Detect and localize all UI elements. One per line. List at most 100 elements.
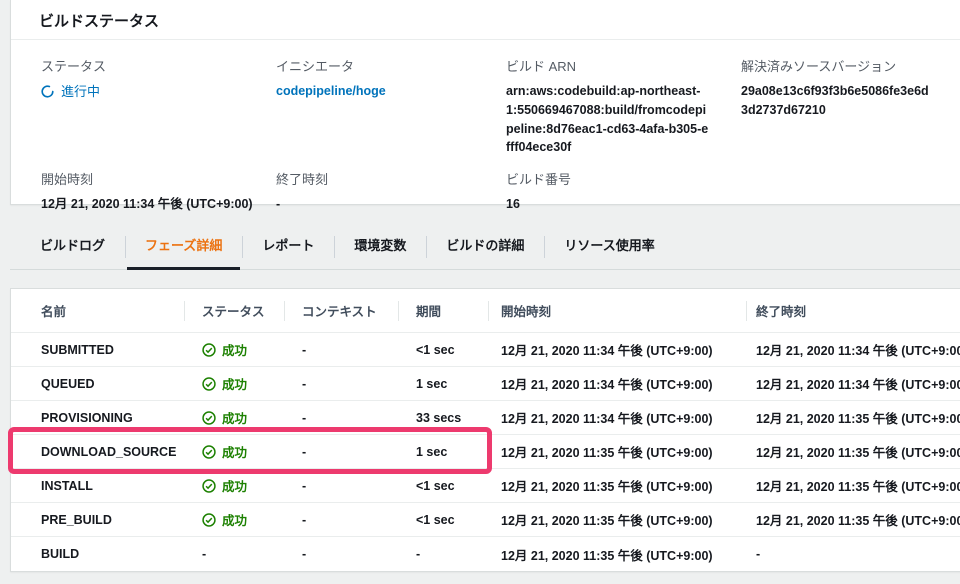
end-time-value: -	[276, 195, 506, 214]
field-source-version: 解決済みソースバージョン 29a08e13c6f93f3b6e5086fe3e6…	[741, 56, 951, 157]
status-fields-row1: ステータス 進行中 イニシエータ codepipeline/hoge ビルド A…	[11, 40, 960, 157]
field-end-time: 終了時刻 -	[276, 169, 506, 214]
phase-name: DOWNLOAD_SOURCE	[31, 445, 184, 459]
page-title: ビルドステータス	[11, 0, 960, 40]
phase-end-time: 12月 21, 2020 11:35 午後 (UTC+9:00)	[746, 408, 960, 427]
phase-context: -	[284, 547, 398, 561]
phase-start-time: 12月 21, 2020 11:34 午後 (UTC+9:00)	[488, 408, 746, 427]
table-row: INSTALL 成功 - <1 sec 12月 21, 2020 11:35 午…	[11, 469, 960, 503]
phase-duration: <1 sec	[398, 343, 488, 357]
header-status: ステータス	[184, 289, 284, 332]
phase-name: INSTALL	[31, 479, 184, 493]
check-circle-icon	[202, 445, 216, 459]
status-value: 進行中	[41, 82, 276, 102]
phase-context: -	[284, 411, 398, 425]
phase-details-table: 名前 ステータス コンテキスト 期間 開始時刻 終了時刻 SUBMITTED 成…	[10, 288, 960, 572]
field-build-number-label: ビルド番号	[506, 169, 741, 188]
phase-duration: <1 sec	[398, 513, 488, 527]
build-detail-tabs: ビルドログ フェーズ詳細 レポート 環境変数 ビルドの詳細 リソース使用率	[10, 225, 960, 270]
initiator-link[interactable]: codepipeline/hoge	[276, 84, 386, 98]
header-name: 名前	[31, 289, 184, 332]
phase-start-time: 12月 21, 2020 11:35 午後 (UTC+9:00)	[488, 545, 746, 564]
phase-name: PRE_BUILD	[31, 513, 184, 527]
status-text: 進行中	[61, 82, 100, 102]
phase-context: -	[284, 513, 398, 527]
phase-status-text: 成功	[222, 340, 247, 359]
tab-reports[interactable]: レポート	[242, 225, 334, 269]
status-fields-row2: 開始時刻 12月 21, 2020 11:34 午後 (UTC+9:00) 終了…	[11, 157, 960, 214]
phase-end-time: 12月 21, 2020 11:35 午後 (UTC+9:00)	[746, 476, 960, 495]
phase-end-time: 12月 21, 2020 11:35 午後 (UTC+9:00)	[746, 510, 960, 529]
phase-status: 成功	[184, 340, 284, 359]
phase-status-text: 成功	[222, 442, 247, 461]
phase-status-text: -	[202, 547, 206, 561]
start-time-value: 12月 21, 2020 11:34 午後 (UTC+9:00)	[41, 195, 276, 214]
phase-name: QUEUED	[31, 377, 184, 391]
header-context: コンテキスト	[284, 289, 398, 332]
source-version-value: 29a08e13c6f93f3b6e5086fe3e6d3d2737d67210	[741, 82, 951, 120]
table-row: QUEUED 成功 - 1 sec 12月 21, 2020 11:34 午後 …	[11, 367, 960, 401]
build-number-value: 16	[506, 195, 741, 214]
table-row: PROVISIONING 成功 - 33 secs 12月 21, 2020 1…	[11, 401, 960, 435]
phase-name: BUILD	[31, 547, 184, 561]
phase-end-time: -	[746, 547, 960, 561]
phase-status-text: 成功	[222, 408, 247, 427]
phase-end-time: 12月 21, 2020 11:34 午後 (UTC+9:00)	[746, 340, 960, 359]
tab-env-variables[interactable]: 環境変数	[334, 225, 426, 269]
check-circle-icon	[202, 343, 216, 357]
field-initiator: イニシエータ codepipeline/hoge	[276, 56, 506, 157]
phase-start-time: 12月 21, 2020 11:35 午後 (UTC+9:00)	[488, 476, 746, 495]
field-start-time: 開始時刻 12月 21, 2020 11:34 午後 (UTC+9:00)	[41, 169, 276, 214]
tab-resource-usage[interactable]: リソース使用率	[544, 225, 674, 269]
phase-start-time: 12月 21, 2020 11:35 午後 (UTC+9:00)	[488, 442, 746, 461]
phase-status: 成功	[184, 408, 284, 427]
table-row: SUBMITTED 成功 - <1 sec 12月 21, 2020 11:34…	[11, 333, 960, 367]
phase-context: -	[284, 377, 398, 391]
build-arn-value: arn:aws:codebuild:ap-northeast-1:5506694…	[506, 82, 726, 157]
spinner-icon	[41, 85, 54, 98]
build-status-card: ビルドステータス ステータス 進行中 イニシエータ codepipeline/h…	[10, 0, 960, 205]
phase-start-time: 12月 21, 2020 11:34 午後 (UTC+9:00)	[488, 340, 746, 359]
phase-duration: 33 secs	[398, 411, 488, 425]
phase-context: -	[284, 343, 398, 357]
header-end-time: 終了時刻	[746, 289, 960, 332]
check-circle-icon	[202, 411, 216, 425]
phase-name: SUBMITTED	[31, 343, 184, 357]
field-source-version-label: 解決済みソースバージョン	[741, 56, 951, 75]
header-duration: 期間	[398, 289, 488, 332]
tab-phase-details[interactable]: フェーズ詳細	[125, 225, 242, 269]
phase-status: -	[184, 547, 284, 561]
phase-end-time: 12月 21, 2020 11:34 午後 (UTC+9:00)	[746, 374, 960, 393]
header-start-time: 開始時刻	[488, 289, 746, 332]
phase-context: -	[284, 445, 398, 459]
field-start-time-label: 開始時刻	[41, 169, 276, 188]
phase-status-text: 成功	[222, 476, 247, 495]
table-row: PRE_BUILD 成功 - <1 sec 12月 21, 2020 11:35…	[11, 503, 960, 537]
phase-start-time: 12月 21, 2020 11:35 午後 (UTC+9:00)	[488, 510, 746, 529]
field-status: ステータス 進行中	[41, 56, 276, 157]
field-build-arn: ビルド ARN arn:aws:codebuild:ap-northeast-1…	[506, 56, 741, 157]
table-row-download-source: DOWNLOAD_SOURCE 成功 - 1 sec 12月 21, 2020 …	[11, 435, 960, 469]
field-arn-label: ビルド ARN	[506, 56, 741, 75]
field-build-number: ビルド番号 16	[506, 169, 741, 214]
check-circle-icon	[202, 377, 216, 391]
phase-duration: 1 sec	[398, 445, 488, 459]
tab-build-logs[interactable]: ビルドログ	[20, 225, 125, 269]
phase-context: -	[284, 479, 398, 493]
phase-status: 成功	[184, 476, 284, 495]
phase-duration: <1 sec	[398, 479, 488, 493]
phase-status: 成功	[184, 442, 284, 461]
field-end-time-label: 終了時刻	[276, 169, 506, 188]
phase-duration: 1 sec	[398, 377, 488, 391]
phase-duration: -	[398, 547, 488, 561]
phase-end-time: 12月 21, 2020 11:35 午後 (UTC+9:00)	[746, 442, 960, 461]
tab-build-details[interactable]: ビルドの詳細	[426, 225, 544, 269]
table-row: BUILD - - - 12月 21, 2020 11:35 午後 (UTC+9…	[11, 537, 960, 571]
phase-start-time: 12月 21, 2020 11:34 午後 (UTC+9:00)	[488, 374, 746, 393]
phase-status-text: 成功	[222, 510, 247, 529]
phase-name: PROVISIONING	[31, 411, 184, 425]
check-circle-icon	[202, 479, 216, 493]
table-header-row: 名前 ステータス コンテキスト 期間 開始時刻 終了時刻	[11, 289, 960, 333]
phase-status: 成功	[184, 374, 284, 393]
phase-status-text: 成功	[222, 374, 247, 393]
